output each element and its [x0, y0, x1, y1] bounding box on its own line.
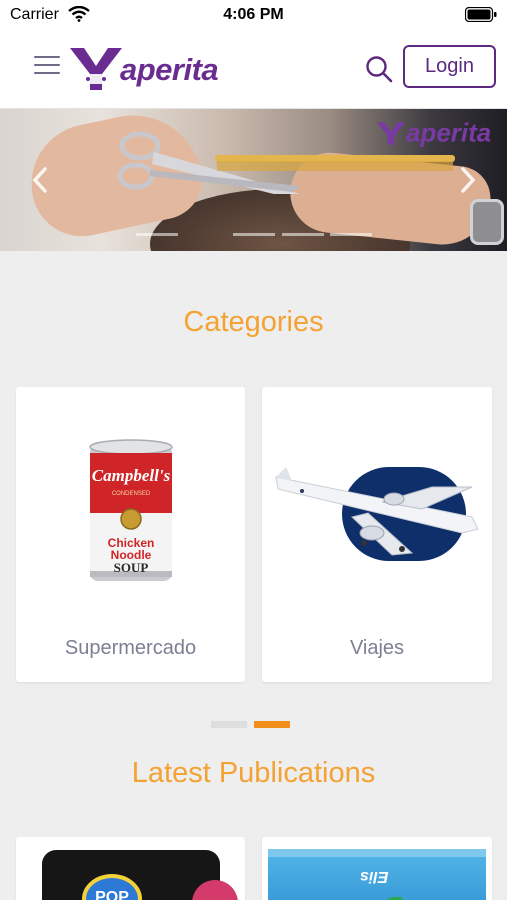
status-time: 4:06 PM [223, 6, 284, 23]
search-icon [366, 56, 393, 83]
status-bar: Carrier 4:06 PM [0, 0, 507, 32]
product-box-image: Elis [268, 849, 486, 900]
login-button[interactable]: Login [403, 45, 496, 88]
category-card-supermercado[interactable]: Campbell's CONDENSED Chicken Noodle SOUP… [16, 387, 245, 682]
app-header: aperita Login [0, 32, 507, 109]
soup-can-image: Campbell's CONDENSED Chicken Noodle SOUP [89, 439, 173, 581]
battery-icon [465, 7, 497, 22]
logo-mark-icon [377, 122, 405, 145]
airplane-image [275, 467, 479, 561]
categories-title: Categories [183, 306, 324, 338]
banner-watermark: aperita [376, 116, 491, 149]
chevron-left-icon[interactable] [30, 165, 50, 195]
banner-indicator[interactable] [136, 233, 178, 236]
banner-carousel[interactable]: aperita [0, 109, 507, 251]
svg-text:CONDENSED: CONDENSED [112, 491, 151, 497]
banner-indicator[interactable] [330, 233, 372, 236]
category-label: Viajes [349, 637, 405, 659]
menu-icon [34, 56, 60, 58]
publication-card[interactable]: Elis [262, 837, 492, 900]
banner-indicator[interactable] [282, 233, 324, 236]
category-page-indicator-active[interactable] [254, 721, 290, 728]
box-brand-label: Elis [360, 868, 389, 885]
candy-decoration [192, 880, 238, 900]
chevron-right-icon[interactable] [458, 165, 478, 195]
banner-indicators [0, 233, 507, 239]
logo-mark-icon [70, 48, 122, 90]
category-page-indicator[interactable] [211, 721, 247, 728]
brand-logo[interactable]: aperita [68, 44, 219, 92]
banner-indicator[interactable] [233, 233, 275, 236]
svg-text:SOUP: SOUP [114, 560, 149, 575]
category-label: Supermercado [64, 637, 197, 659]
category-card-viajes[interactable]: Viajes [262, 387, 492, 682]
svg-text:Campbell's: Campbell's [92, 466, 171, 485]
menu-button[interactable] [34, 56, 62, 78]
search-button[interactable] [364, 54, 394, 84]
logo-text: aperita [120, 52, 219, 87]
publications-title: Latest Publications [131, 757, 376, 789]
comb-image [215, 155, 455, 171]
publication-card[interactable]: POP [16, 837, 245, 900]
candy-pop-label: POP [82, 874, 142, 900]
candy-package-image: POP [42, 850, 238, 900]
